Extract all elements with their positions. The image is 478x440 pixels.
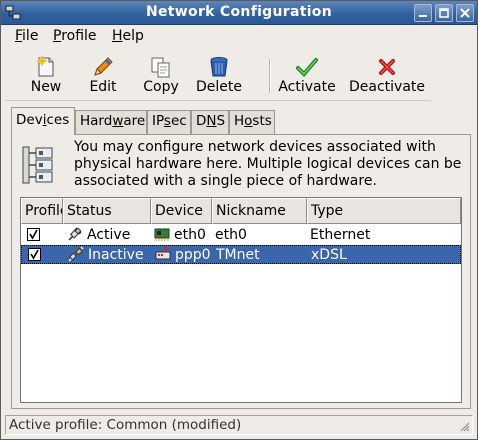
devices-table: Profile Status Device Nickname Type	[20, 197, 462, 403]
tab-dns[interactable]: DNS	[191, 110, 229, 134]
copy-icon	[151, 57, 170, 78]
table-row[interactable]: Active eth0 eth0 Ethernet	[21, 226, 461, 245]
x-mark-icon	[379, 59, 395, 75]
tab-devices[interactable]: Devices	[11, 107, 75, 135]
column-header-device[interactable]: Device	[151, 198, 212, 224]
status-cell: Active	[67, 226, 151, 245]
window-title: Network Configuration	[145, 4, 332, 20]
tab-hosts[interactable]: Hosts	[229, 110, 275, 134]
maximize-button[interactable]	[435, 4, 453, 22]
checkmark-icon	[296, 58, 318, 77]
column-header-status[interactable]: Status	[63, 198, 151, 224]
nickname-cell: TMnet	[216, 247, 260, 263]
minimize-icon	[419, 15, 427, 17]
network-configuration-window: Network Configuration File Profile Help …	[0, 0, 478, 440]
trash-icon	[210, 57, 228, 77]
menu-profile[interactable]: Profile	[53, 28, 97, 44]
dsl-modem-icon	[155, 247, 171, 260]
copy-button[interactable]: Copy	[141, 51, 181, 99]
ethernet-card-icon	[154, 228, 170, 241]
close-icon	[460, 8, 470, 18]
new-button[interactable]: New	[27, 51, 65, 99]
menu-file[interactable]: File	[15, 28, 38, 44]
disconnected-plug-icon	[68, 246, 84, 262]
resize-grip-icon[interactable]	[458, 420, 470, 432]
menu-bar: File Profile Help	[1, 25, 477, 49]
edit-button[interactable]: Edit	[85, 51, 121, 99]
new-document-icon	[37, 56, 54, 77]
maximize-icon	[439, 8, 449, 18]
title-bar[interactable]: Network Configuration	[1, 1, 477, 25]
table-header: Profile Status Device Nickname Type	[21, 198, 461, 224]
column-header-nickname[interactable]: Nickname	[212, 198, 307, 224]
column-header-profile[interactable]: Profile	[21, 198, 63, 224]
device-cell: eth0	[154, 226, 212, 245]
active-profile-status: Active profile: Common (modified)	[9, 417, 242, 433]
connected-plug-icon	[68, 227, 82, 241]
type-cell: xDSL	[311, 247, 347, 263]
type-cell: Ethernet	[310, 227, 371, 243]
network-devices-icon	[22, 146, 53, 184]
status-bar: Active profile: Common (modified)	[5, 415, 473, 435]
edit-pencil-icon	[94, 57, 113, 76]
check-icon	[30, 249, 39, 260]
devices-tab-panel: You may configure network devices associ…	[11, 134, 471, 409]
toolbar-separator	[269, 59, 271, 93]
tab-ipsec[interactable]: IPsec	[147, 110, 191, 134]
tab-hardware[interactable]: Hardware	[75, 110, 147, 134]
status-cell: Inactive	[68, 246, 152, 265]
deactivate-button[interactable]: Deactivate	[345, 51, 429, 99]
nickname-cell: eth0	[215, 227, 247, 243]
profile-checkbox[interactable]	[27, 228, 40, 241]
column-header-type[interactable]: Type	[307, 198, 461, 224]
activate-button[interactable]: Activate	[275, 51, 339, 99]
menu-help[interactable]: Help	[112, 28, 144, 44]
delete-button[interactable]: Delete	[193, 51, 245, 99]
check-icon	[29, 229, 38, 240]
toolbar: New Edit Copy Delete Activate Deactivate	[5, 51, 431, 101]
table-row-selected[interactable]: Inactive ppp0 TMnet xDSL	[21, 245, 461, 264]
devices-description: You may configure network devices associ…	[74, 139, 462, 189]
profile-checkbox[interactable]	[28, 248, 41, 261]
minimize-button[interactable]	[414, 4, 432, 22]
device-cell: ppp0	[155, 246, 213, 265]
close-button[interactable]	[456, 4, 474, 22]
